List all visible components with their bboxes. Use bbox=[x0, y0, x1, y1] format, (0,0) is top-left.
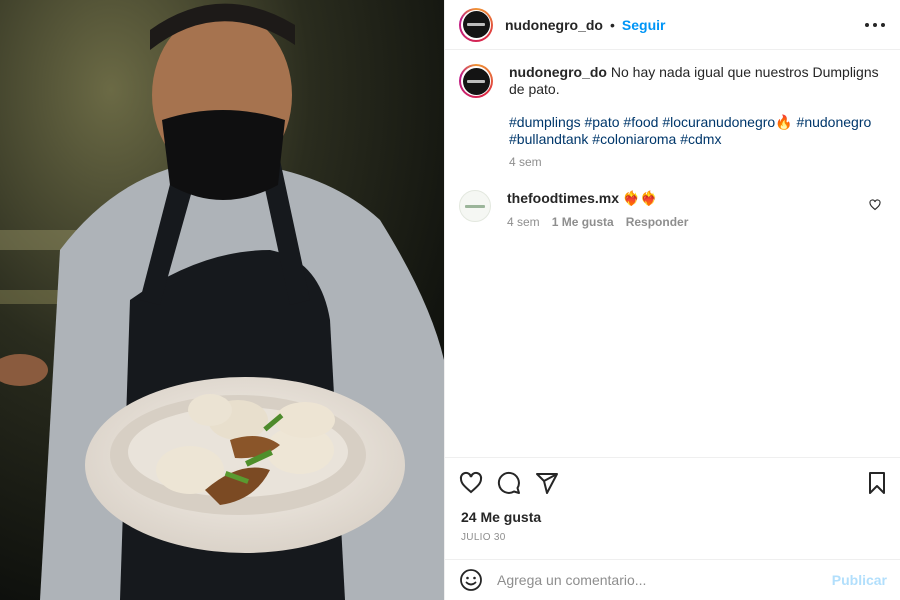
caption-username[interactable]: nudonegro_do bbox=[509, 64, 607, 80]
post-actions: 24 Me gusta JULIO 30 bbox=[445, 457, 900, 543]
header-separator: • bbox=[610, 16, 615, 33]
comment-input[interactable]: Agrega un comentario... bbox=[497, 572, 832, 588]
header-avatar[interactable] bbox=[459, 7, 493, 42]
emoji-icon[interactable] bbox=[459, 568, 483, 592]
likes-count[interactable]: 24 Me gusta bbox=[461, 509, 541, 525]
comment-text: ❤️‍🔥❤️‍🔥 bbox=[622, 190, 658, 206]
caption-time[interactable]: 4 sem bbox=[509, 154, 887, 171]
brand-logo-icon bbox=[462, 11, 490, 38]
header-username[interactable]: nudonegro_do bbox=[505, 17, 603, 33]
follow-button[interactable]: Seguir bbox=[622, 17, 666, 33]
like-icon[interactable] bbox=[459, 471, 483, 495]
reply-button[interactable]: Responder bbox=[626, 215, 689, 229]
caption-hashtags[interactable]: #dumplings #pato #food #locuranudonegro🔥… bbox=[509, 114, 887, 148]
post-side-panel: nudonegro_do • Seguir nudonegro_do No ha… bbox=[444, 0, 900, 600]
post-header: nudonegro_do • Seguir bbox=[445, 0, 900, 50]
comment-likes[interactable]: 1 Me gusta bbox=[552, 215, 614, 229]
publish-button[interactable]: Publicar bbox=[832, 572, 887, 588]
comment-icon[interactable] bbox=[497, 471, 521, 495]
share-icon[interactable] bbox=[535, 471, 559, 495]
caption-avatar[interactable] bbox=[459, 64, 493, 98]
post-photo[interactable] bbox=[0, 0, 444, 600]
comment-avatar[interactable] bbox=[459, 190, 491, 222]
comment-username[interactable]: thefoodtimes.mx bbox=[507, 190, 619, 206]
add-comment-bar: Agrega un comentario... Publicar bbox=[445, 559, 900, 600]
comment-item: thefoodtimes.mx ❤️‍🔥❤️‍🔥 4 sem 1 Me gust… bbox=[459, 190, 889, 229]
brand-logo-icon bbox=[462, 67, 490, 95]
comment-like-icon[interactable] bbox=[869, 199, 881, 211]
comment-time[interactable]: 4 sem bbox=[507, 215, 540, 229]
bookmark-icon[interactable] bbox=[865, 471, 889, 495]
food-photo bbox=[0, 0, 444, 600]
post-date[interactable]: JULIO 30 bbox=[461, 532, 506, 543]
more-options-icon[interactable] bbox=[865, 16, 885, 34]
post-caption: nudonegro_do No hay nada igual que nuest… bbox=[459, 64, 889, 171]
